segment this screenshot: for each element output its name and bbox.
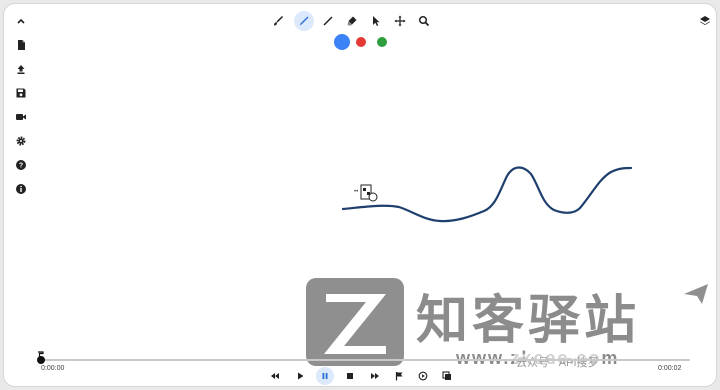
line-icon	[323, 16, 333, 26]
watermark-logo-icon	[306, 278, 404, 366]
stop-icon	[347, 373, 353, 379]
new-file-button[interactable]	[12, 36, 30, 54]
tool-move[interactable]	[390, 11, 410, 31]
info-button[interactable]	[12, 180, 30, 198]
layers-button[interactable]	[696, 12, 714, 30]
eraser-icon	[347, 16, 357, 26]
replay-icon	[418, 371, 428, 381]
tool-pen[interactable]	[294, 11, 314, 31]
upload-icon	[17, 65, 25, 74]
record-button[interactable]	[12, 108, 30, 126]
music-note-icon	[38, 351, 44, 359]
drawn-stroke	[341, 166, 633, 223]
tool-eraser[interactable]	[342, 11, 362, 31]
pen-icon	[299, 16, 309, 26]
color-swatch-blue[interactable]	[334, 34, 350, 50]
svg-text:••: ••	[354, 189, 358, 195]
brush-icon	[274, 15, 284, 26]
app-window: •• ? 知客驿站 云众号 · API搜罗 0:00:00 0:00:02	[3, 3, 717, 387]
timeline-track	[40, 359, 690, 361]
cursor-icon: ••	[354, 184, 378, 202]
tool-brush[interactable]	[268, 11, 288, 31]
settings-button[interactable]	[12, 132, 30, 150]
play-icon	[298, 372, 304, 380]
copy-frames-button[interactable]	[438, 367, 456, 385]
pointer-icon	[373, 16, 380, 26]
zoom-icon	[418, 15, 430, 27]
fast-forward-button[interactable]	[366, 367, 384, 385]
timeline-scrubber[interactable]	[37, 356, 690, 364]
watermark-title: 知客驿站	[416, 291, 641, 351]
save-icon	[16, 88, 26, 98]
color-swatch-green[interactable]	[377, 37, 387, 47]
rewind-icon	[271, 373, 279, 379]
rewind-button[interactable]	[266, 367, 284, 385]
copy-frames-icon	[442, 371, 451, 380]
total-time: 0:00:02	[658, 365, 682, 372]
settings-icon	[16, 136, 26, 146]
color-swatch-red[interactable]	[356, 37, 366, 47]
pause-icon	[322, 373, 328, 379]
file-icon	[18, 40, 25, 50]
tool-pointer[interactable]	[366, 11, 386, 31]
help-icon: ?	[16, 160, 26, 170]
tool-line[interactable]	[318, 11, 338, 31]
upload-button[interactable]	[12, 60, 30, 78]
svg-text:?: ?	[19, 163, 23, 170]
save-button[interactable]	[12, 84, 30, 102]
video-camera-icon	[16, 114, 26, 120]
layers-icon	[700, 16, 710, 25]
stop-button[interactable]	[341, 367, 359, 385]
current-time: 0:00:00	[41, 365, 65, 372]
fast-forward-icon	[371, 373, 379, 379]
collapse-button[interactable]	[12, 12, 30, 30]
tool-zoom[interactable]	[414, 11, 434, 31]
pause-button[interactable]	[316, 367, 334, 385]
move-icon	[394, 15, 406, 27]
flag-icon	[395, 372, 403, 381]
replay-button[interactable]	[414, 367, 432, 385]
flag-button[interactable]	[390, 367, 408, 385]
help-button[interactable]: ?	[12, 156, 30, 174]
watermark-arrow-icon	[684, 284, 708, 304]
chevron-up-icon	[17, 18, 25, 24]
play-button[interactable]	[291, 367, 309, 385]
info-icon	[16, 184, 26, 194]
